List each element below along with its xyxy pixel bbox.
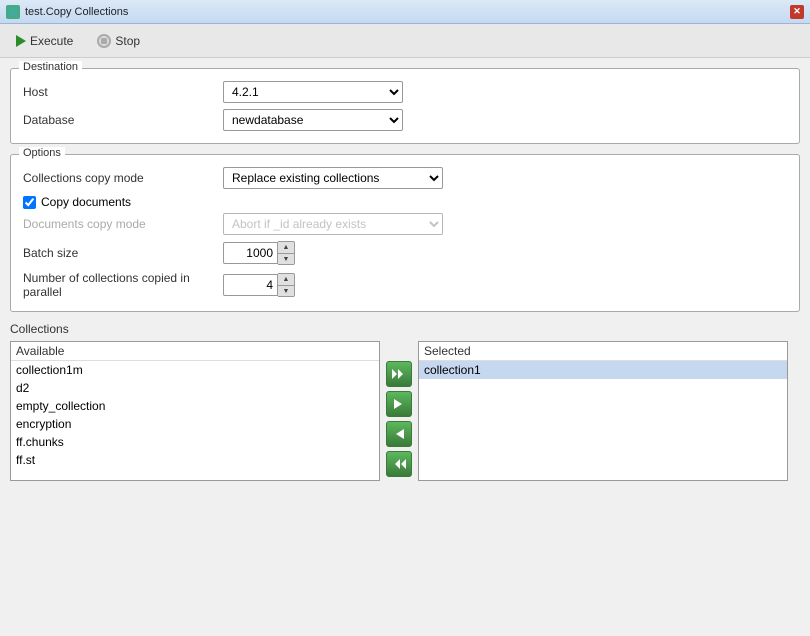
collections-section: Collections Available collection1m d2 em… (10, 322, 800, 481)
parallel-down[interactable]: ▼ (278, 285, 294, 296)
play-icon (16, 35, 26, 47)
options-section: Options Collections copy mode Replace ex… (10, 154, 800, 312)
close-button[interactable]: ✕ (790, 5, 804, 19)
docs-copy-mode-row: Documents copy mode Abort if _id already… (23, 213, 787, 235)
collections-header: Collections (10, 322, 800, 336)
available-header: Available (11, 342, 379, 361)
batch-size-spinner-btns: ▲ ▼ (278, 241, 295, 265)
database-label: Database (23, 113, 223, 127)
batch-size-down[interactable]: ▼ (278, 253, 294, 264)
window-title: test.Copy Collections (25, 6, 785, 18)
list-item[interactable]: ff.chunks (11, 433, 379, 451)
copy-mode-label: Collections copy mode (23, 171, 223, 185)
app-icon (6, 5, 20, 19)
list-item[interactable]: ff.st (11, 451, 379, 469)
destination-legend: Destination (19, 61, 82, 73)
batch-size-row: Batch size ▲ ▼ (23, 241, 787, 265)
list-item[interactable]: d2 (11, 379, 379, 397)
docs-copy-mode-select[interactable]: Abort if _id already exists Skip if _id … (223, 213, 443, 235)
title-bar: test.Copy Collections ✕ (0, 0, 810, 24)
execute-button[interactable]: Execute (8, 31, 81, 51)
list-item[interactable]: encryption (11, 415, 379, 433)
batch-size-label: Batch size (23, 246, 223, 260)
parallel-spinner: ▲ ▼ (223, 273, 295, 297)
copy-documents-label[interactable]: Copy documents (41, 195, 131, 209)
selected-list: Selected collection1 (418, 341, 788, 481)
list-item[interactable]: collection1m (11, 361, 379, 379)
copy-documents-checkbox[interactable] (23, 196, 36, 209)
stop-icon (97, 34, 111, 48)
selected-header: Selected (419, 342, 787, 361)
database-row: Database newdatabase (23, 109, 787, 131)
database-select[interactable]: newdatabase (223, 109, 403, 131)
parallel-spinner-btns: ▲ ▼ (278, 273, 295, 297)
batch-size-up[interactable]: ▲ (278, 242, 294, 253)
host-select[interactable]: 4.2.1 (223, 81, 403, 103)
move-right-button[interactable] (386, 391, 412, 417)
move-all-right-icon (392, 367, 406, 381)
parallel-input[interactable] (223, 274, 278, 296)
docs-copy-mode-label: Documents copy mode (23, 217, 223, 231)
batch-size-spinner: ▲ ▼ (223, 241, 295, 265)
stop-button[interactable]: Stop (89, 31, 148, 51)
move-left-icon (392, 427, 406, 441)
parallel-label: Number of collections copied in parallel (23, 271, 223, 299)
destination-section: Destination Host 4.2.1 Database newdatab… (10, 68, 800, 144)
host-row: Host 4.2.1 (23, 81, 787, 103)
copy-mode-select[interactable]: Replace existing collections Add collect… (223, 167, 443, 189)
batch-size-input[interactable] (223, 242, 278, 264)
move-left-button[interactable] (386, 421, 412, 447)
collections-layout: Available collection1m d2 empty_collecti… (10, 341, 800, 481)
options-legend: Options (19, 147, 65, 159)
list-item[interactable]: collection1 (419, 361, 787, 379)
available-list: Available collection1m d2 empty_collecti… (10, 341, 380, 481)
list-item[interactable]: empty_collection (11, 397, 379, 415)
move-all-left-icon (392, 457, 406, 471)
parallel-up[interactable]: ▲ (278, 274, 294, 285)
parallel-row: Number of collections copied in parallel… (23, 271, 787, 299)
toolbar: Execute Stop (0, 24, 810, 58)
move-all-right-button[interactable] (386, 361, 412, 387)
copy-mode-row: Collections copy mode Replace existing c… (23, 167, 787, 189)
move-all-left-button[interactable] (386, 451, 412, 477)
copy-documents-row: Copy documents (23, 195, 787, 209)
move-right-icon (392, 397, 406, 411)
main-content: Destination Host 4.2.1 Database newdatab… (0, 58, 810, 491)
transfer-buttons (386, 341, 412, 477)
host-label: Host (23, 85, 223, 99)
